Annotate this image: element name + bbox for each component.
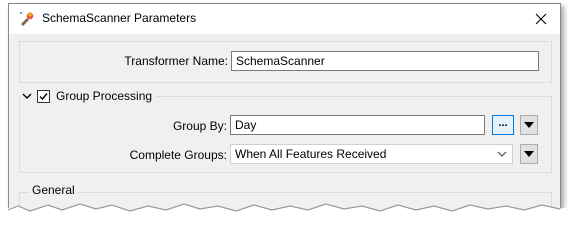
close-icon (535, 13, 547, 25)
transformer-name-field[interactable]: SchemaScanner (231, 51, 539, 71)
group-processing-header: Group Processing (21, 88, 157, 104)
group-processing-panel: Group By: Day ... Complete Groups: When … (19, 96, 552, 173)
group-by-field[interactable]: Day (230, 115, 485, 135)
complete-groups-label: Complete Groups: (129, 148, 227, 162)
complete-groups-value: When All Features Received (235, 147, 387, 161)
parameters-dialog: SchemaScanner Parameters Transformer Nam… (8, 3, 561, 219)
group-by-ellipsis-button[interactable]: ... (492, 115, 514, 135)
group-by-menu-button[interactable] (520, 115, 538, 135)
menu-triangle-icon (524, 151, 534, 157)
collapse-chevron-icon[interactable] (21, 90, 33, 102)
group-processing-checkbox[interactable] (37, 89, 50, 103)
group-processing-label: Group Processing (56, 89, 153, 103)
torn-edge-effect (0, 203, 568, 240)
window-title: SchemaScanner Parameters (42, 11, 197, 25)
transformer-name-panel: Transformer Name: SchemaScanner (19, 41, 552, 83)
transformer-name-label: Transformer Name: (124, 54, 228, 68)
complete-groups-select[interactable]: When All Features Received (230, 144, 513, 164)
checkmark-icon (39, 92, 48, 100)
general-section-label: General (29, 183, 78, 197)
transformer-app-icon (20, 11, 34, 26)
chevron-down-icon (497, 151, 507, 157)
group-by-label: Group By: (172, 119, 227, 133)
title-bar: SchemaScanner Parameters (9, 4, 560, 34)
close-button[interactable] (522, 4, 560, 34)
complete-groups-menu-button[interactable] (520, 144, 538, 164)
menu-triangle-icon (524, 122, 534, 128)
